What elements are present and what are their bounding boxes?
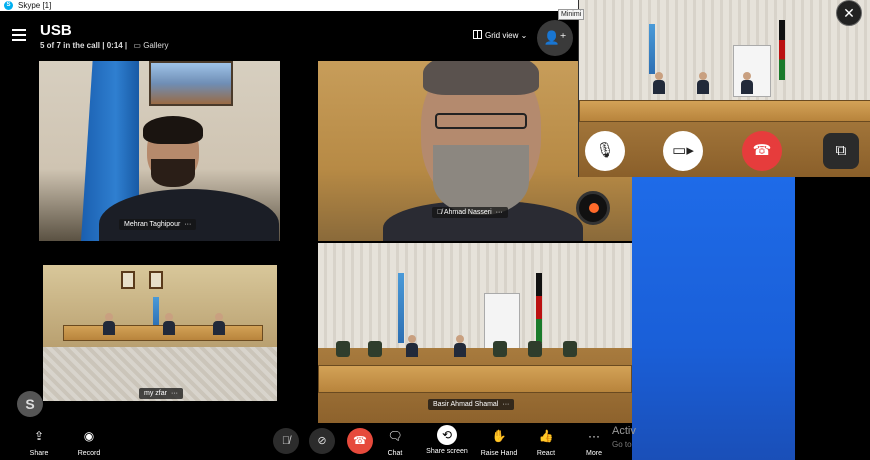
more-options-icon[interactable]: ···	[184, 221, 191, 228]
participant-name: my zfar	[144, 390, 167, 397]
activation-watermark-sub: Go to	[612, 440, 632, 449]
participant-name-tag[interactable]: Basir Ahmad Shamal ···	[428, 399, 515, 410]
more-label: More	[586, 450, 602, 457]
video-tile-basir[interactable]: Basir Ahmad Shamal ···	[318, 243, 632, 433]
microphone-icon[interactable]: 🎙	[585, 131, 625, 171]
desk-microphone	[576, 191, 610, 225]
participant-name: Mehran Taghipour	[124, 221, 181, 228]
window-title: Skype [1]	[18, 1, 52, 10]
react-button[interactable]: 👍 React	[522, 425, 570, 457]
activation-watermark: Activ	[612, 425, 636, 437]
chat-button[interactable]: 🗨 Chat	[371, 425, 419, 457]
call-status: 5 of 7 in the call | 0:14 | ▭ Gallery	[40, 41, 169, 50]
add-person-icon[interactable]: 👤⁺	[537, 20, 573, 56]
raise-hand-button[interactable]: ✋ Raise Hand	[475, 425, 523, 457]
grid-view-button[interactable]: Grid view ⌄	[473, 30, 527, 40]
skype-icon[interactable]: S	[17, 391, 43, 417]
skype-logo-icon: S	[4, 1, 13, 10]
participant-name-tag[interactable]: my zfar ···	[139, 388, 183, 399]
more-options-icon[interactable]: ···	[502, 401, 509, 408]
close-icon[interactable]: ✕	[836, 0, 862, 26]
thumbs-up-icon: 👍	[538, 429, 554, 443]
share-label: Share	[29, 450, 49, 457]
share-icon: ⇪	[33, 429, 45, 443]
share-screen-icon: ⟲	[437, 425, 457, 445]
chat-icon: 🗨	[387, 429, 403, 443]
mute-microphone-icon[interactable]: 🎙̸	[273, 428, 299, 454]
record-icon: ◉	[83, 429, 95, 443]
grid-view-label: Grid view	[485, 31, 519, 40]
participant-name-tag[interactable]: 🎙̸ Ahmad Nasseri ···	[432, 207, 508, 218]
call-toolbar: ⇪ Share ◉ Record 🎙̸ ⊘ ☎ 🗨 Chat ⟲ Share scree…	[0, 423, 632, 460]
chat-label: Chat	[387, 450, 403, 457]
phone-hangup-icon[interactable]: ☎	[347, 428, 373, 454]
hamburger-icon[interactable]	[12, 29, 26, 41]
gallery-label: Gallery	[143, 41, 169, 50]
more-options-icon[interactable]: ···	[171, 390, 178, 397]
switch-view-icon[interactable]: ⧉	[823, 133, 859, 169]
share-button[interactable]: ⇪ Share	[15, 425, 63, 457]
share-screen-label: Share screen	[426, 448, 468, 455]
raise-hand-label: Raise Hand	[480, 450, 518, 457]
desktop-background	[632, 177, 795, 460]
grid-icon	[473, 30, 482, 39]
video-camera-icon[interactable]: ▭▸	[663, 131, 703, 171]
record-button[interactable]: ◉ Record	[65, 425, 113, 457]
participant-name: Ahmad Nasseri	[443, 209, 492, 216]
phone-hangup-icon[interactable]: ☎	[742, 131, 782, 171]
video-tile-mehran[interactable]: Mehran Taghipour ···	[39, 61, 280, 241]
video-tile-myzfar[interactable]: my zfar ···	[43, 265, 277, 401]
call-title: USB	[40, 22, 72, 39]
more-button[interactable]: ··· More	[570, 425, 618, 457]
record-label: Record	[77, 450, 101, 457]
participant-name-tag[interactable]: Mehran Taghipour ···	[119, 219, 197, 230]
raise-hand-icon: ✋	[491, 429, 507, 443]
more-dots-icon: ···	[588, 429, 600, 443]
participants-status: 5 of 7 in the call | 0:14 |	[40, 41, 128, 50]
gallery-button[interactable]: ▭ Gallery	[133, 41, 168, 50]
self-preview-window[interactable]: 🎙 ▭▸ ☎ ⧉	[578, 0, 870, 177]
share-screen-button[interactable]: ⟲ Share screen	[423, 425, 471, 455]
wall-picture	[149, 61, 233, 106]
participant-name: Basir Ahmad Shamal	[433, 401, 499, 408]
video-off-icon[interactable]: ⊘	[309, 428, 335, 454]
react-label: React	[536, 450, 556, 457]
minimize-tooltip: Minimi	[558, 9, 585, 20]
more-options-icon[interactable]: ···	[496, 209, 503, 216]
mic-muted-icon: 🎙̸	[437, 209, 444, 216]
